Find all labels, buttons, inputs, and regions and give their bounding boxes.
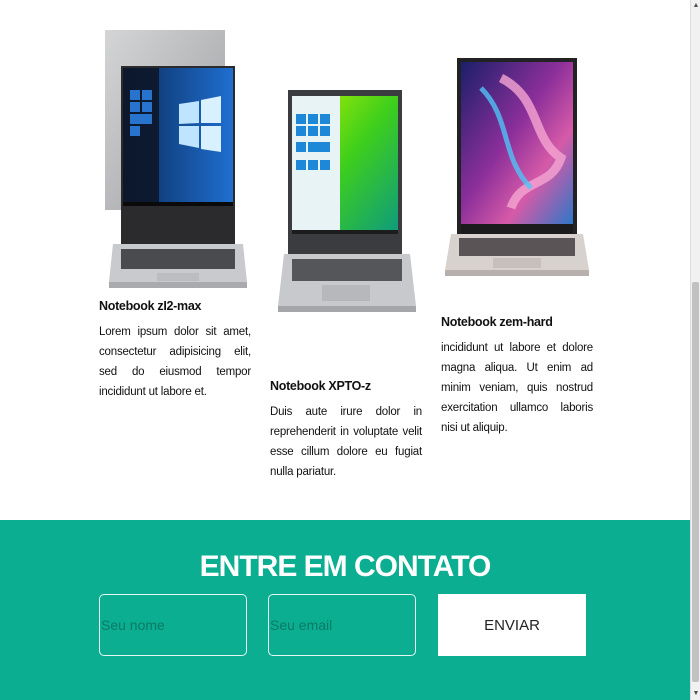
- product-description: Lorem ipsum dolor sit amet, consectetur …: [99, 326, 251, 398]
- product-image-laptop[interactable]: [99, 30, 251, 299]
- product-title: Notebook XPTO-z: [270, 379, 371, 393]
- page: Notebook zI2-max Lorem ipsum dolor sit a…: [0, 0, 690, 700]
- product-title: Notebook zI2-max: [99, 299, 202, 313]
- contact-section: ENTRE EM CONTATO ENVIAR: [0, 520, 690, 700]
- send-button[interactable]: ENVIAR: [438, 594, 586, 656]
- product-description: Duis aute irure dolor in reprehenderit i…: [270, 406, 422, 478]
- vertical-scrollbar[interactable]: ▲ ▼: [690, 0, 700, 700]
- product-image-laptop[interactable]: [270, 90, 422, 379]
- scrollbar-thumb[interactable]: [692, 282, 699, 682]
- product-description: incididunt ut labore et dolore magna ali…: [441, 342, 593, 434]
- scroll-up-arrow-icon[interactable]: ▲: [691, 0, 700, 12]
- product-card: Notebook XPTO-z Duis aute irure dolor in…: [270, 90, 422, 482]
- email-input[interactable]: [268, 594, 416, 656]
- contact-heading: ENTRE EM CONTATO: [199, 550, 492, 583]
- product-image-laptop[interactable]: [441, 58, 593, 315]
- scroll-down-arrow-icon[interactable]: ▼: [691, 688, 700, 700]
- product-card: Notebook zem-hard incididunt ut labore e…: [441, 58, 593, 438]
- name-input[interactable]: [99, 594, 247, 656]
- product-card: Notebook zI2-max Lorem ipsum dolor sit a…: [99, 30, 251, 402]
- product-title: Notebook zem-hard: [441, 315, 553, 329]
